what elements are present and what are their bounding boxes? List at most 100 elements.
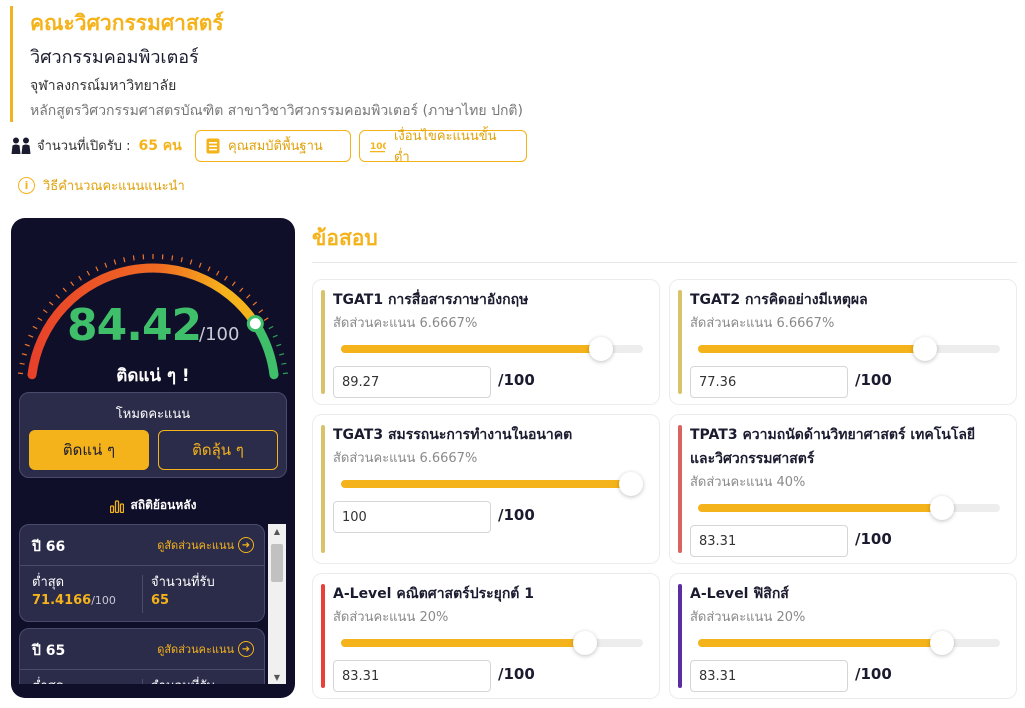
slider-fill — [698, 504, 942, 512]
total-score: 84.42 — [67, 300, 202, 351]
gauge-tick — [263, 317, 269, 322]
history-min-label: ต่ำสุด — [32, 575, 65, 590]
exam-name: A-Level คณิตศาสตร์ประยุกต์ 1 — [333, 586, 535, 602]
view-ratio-link[interactable]: ดูสัดส่วนคะแนน ➜ — [157, 536, 254, 554]
svg-text:100: 100 — [370, 141, 386, 151]
history-card: ปี 66 ดูสัดส่วนคะแนน ➜ ต่ำสุด จำนวนที่รั… — [19, 524, 265, 622]
howto-link[interactable]: i วิธีคำนวณคะแนนแนะนำ — [18, 175, 185, 196]
gauge-tick — [55, 294, 60, 299]
exam-score-max: /100 — [498, 371, 535, 389]
exam-score-max: /100 — [498, 665, 535, 683]
exam-card: TGAT1 การสื่อสารภาษาอังกฤษ สัดส่วนคะแนน 6… — [312, 279, 660, 405]
faculty-title: คณะวิศวกรรมศาสตร์ — [30, 11, 224, 35]
history-vdivider — [142, 575, 143, 613]
history-vdivider — [142, 679, 143, 684]
slider-knob[interactable] — [589, 337, 614, 361]
history-seats-label: จำนวนที่รับ — [151, 675, 215, 684]
exam-score-input[interactable] — [690, 660, 848, 692]
view-ratio-label: ดูสัดส่วนคะแนน — [157, 643, 234, 656]
history-title: สถิติย้อนหลัง — [11, 496, 295, 515]
history-divider — [20, 565, 264, 566]
history-card: ปี 65 ดูสัดส่วนคะแนน ➜ ต่ำสุด จำนวนที่รั… — [19, 628, 265, 684]
bar-chart-icon — [109, 499, 124, 513]
info-row: จำนวนที่เปิดรับ : 65 คน คุณสมบัติพื้นฐาน… — [10, 129, 527, 165]
slider-knob[interactable] — [619, 472, 643, 496]
scroll-up-icon[interactable]: ▲ — [268, 524, 286, 538]
qualifications-button[interactable]: คุณสมบัติพื้นฐาน — [195, 129, 351, 162]
slider-knob[interactable] — [929, 496, 954, 520]
course-name: หลักสูตรวิศวกรรมศาสตรบัณฑิต สาขาวิชาวิศว… — [30, 103, 523, 119]
scroll-thumb[interactable] — [271, 544, 283, 582]
slider-knob[interactable] — [929, 631, 954, 655]
scroll-down-icon[interactable]: ▼ — [268, 670, 286, 684]
mode-sure-button[interactable]: ติดแน่ ๆ — [29, 430, 149, 470]
min-score-button[interactable]: 100 เงื่อนไขคะแนนขั้นต่ำ — [359, 129, 527, 165]
exam-score-max: /100 — [855, 530, 892, 548]
gauge-tick — [21, 353, 27, 356]
history-seats-label: จำนวนที่รับ — [151, 575, 215, 590]
history-divider — [20, 669, 264, 670]
exam-name: TGAT3 สมรรถนะการทำงานในอนาคต — [333, 427, 573, 443]
exam-score-input[interactable] — [690, 366, 848, 398]
exam-score-input[interactable] — [333, 501, 491, 533]
gauge-tick — [24, 343, 30, 347]
howto-label: วิธีคำนวณคะแนนแนะนำ — [43, 179, 185, 194]
exam-score-input[interactable] — [333, 660, 491, 692]
exam-accent-bar — [678, 290, 682, 394]
people-icon — [10, 136, 32, 156]
history-title-label: สถิติย้อนหลัง — [130, 498, 197, 512]
exam-card: A-Level คณิตศาสตร์ประยุกต์ 1 สัดส่วนคะแนน… — [312, 573, 660, 699]
slider-knob[interactable] — [913, 337, 938, 361]
exam-card: A-Level ฟิสิกส์สัดส่วนคะแนน 20% /100 — [669, 573, 1017, 699]
history-seats-value: 65 — [151, 593, 170, 608]
exam-score-slider[interactable] — [698, 496, 1000, 520]
arrow-right-icon: ➜ — [238, 537, 254, 553]
gauge-tick — [78, 275, 82, 281]
exam-score-slider[interactable] — [698, 337, 1000, 361]
hundred-icon: 100 — [370, 141, 386, 152]
exam-score-max: /100 — [855, 371, 892, 389]
exam-score-input[interactable] — [333, 366, 491, 398]
view-ratio-link[interactable]: ดูสัดส่วนคะแนน ➜ — [157, 640, 254, 658]
gauge-tick — [132, 255, 135, 261]
gauge-tick — [198, 262, 202, 268]
exam-accent-bar — [678, 425, 682, 553]
mode-chance-button[interactable]: ติดลุ้น ๆ — [158, 430, 278, 470]
gauge-tick — [95, 266, 99, 272]
slider-knob[interactable] — [572, 631, 597, 655]
exam-name: TGAT1 การสื่อสารภาษาอังกฤษ — [333, 292, 529, 308]
gauge-tick — [32, 325, 38, 330]
exams-divider — [312, 262, 1017, 263]
gauge-tick — [180, 257, 183, 263]
history-scrollbar[interactable]: ▲ ▼ — [268, 524, 286, 684]
checklist-icon — [206, 138, 220, 153]
exam-score-slider[interactable] — [341, 337, 643, 361]
exam-score-slider[interactable] — [341, 472, 643, 496]
exam-ratio: สัดส่วนคะแนน 20% — [690, 610, 806, 625]
gauge-tick — [224, 275, 228, 281]
exam-score-slider[interactable] — [341, 631, 643, 655]
exam-name: A-Level ฟิสิกส์ — [690, 586, 789, 602]
exam-ratio: สัดส่วนคะแนน 20% — [333, 610, 449, 625]
history-year: ปี 65 — [32, 643, 66, 659]
exam-accent-bar — [321, 425, 325, 553]
gauge-tick — [171, 255, 174, 261]
admission-status: ติดแน่ ๆ ! — [116, 366, 190, 386]
gauge-tick — [113, 259, 117, 265]
gauge-tick — [37, 317, 43, 322]
gauge-tick — [272, 334, 278, 338]
history-list[interactable]: ปี 66 ดูสัดส่วนคะแนน ➜ ต่ำสุด จำนวนที่รั… — [19, 524, 265, 684]
arrow-right-icon: ➜ — [238, 641, 254, 657]
gauge-tick — [104, 262, 108, 268]
gauge-tick — [42, 309, 48, 314]
gauge-knob — [246, 315, 264, 333]
exam-score-slider[interactable] — [698, 631, 1000, 655]
exam-score-input[interactable] — [690, 525, 848, 557]
history-year: ปี 66 — [32, 539, 66, 555]
slider-fill — [698, 345, 926, 353]
gauge-tick — [189, 259, 193, 265]
exam-card: TGAT2 การคิดอย่างมีเหตุผล สัดส่วนคะแนน 6.… — [669, 279, 1017, 405]
exam-score-max: /100 — [498, 506, 535, 524]
gauge-tick — [246, 294, 251, 299]
exam-score-max: /100 — [855, 665, 892, 683]
